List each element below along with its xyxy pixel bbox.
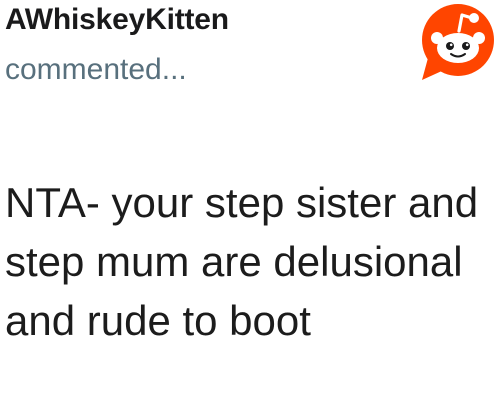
comment-body-text: NTA- your step sister and step mum are d…	[5, 179, 479, 344]
comment-card: AWhiskeyKitten commented... NTA- your st…	[0, 0, 504, 403]
reddit-snoo-icon	[422, 4, 494, 80]
comment-username[interactable]: AWhiskeyKitten	[5, 0, 229, 40]
comment-action-label: commented...	[5, 53, 187, 86]
